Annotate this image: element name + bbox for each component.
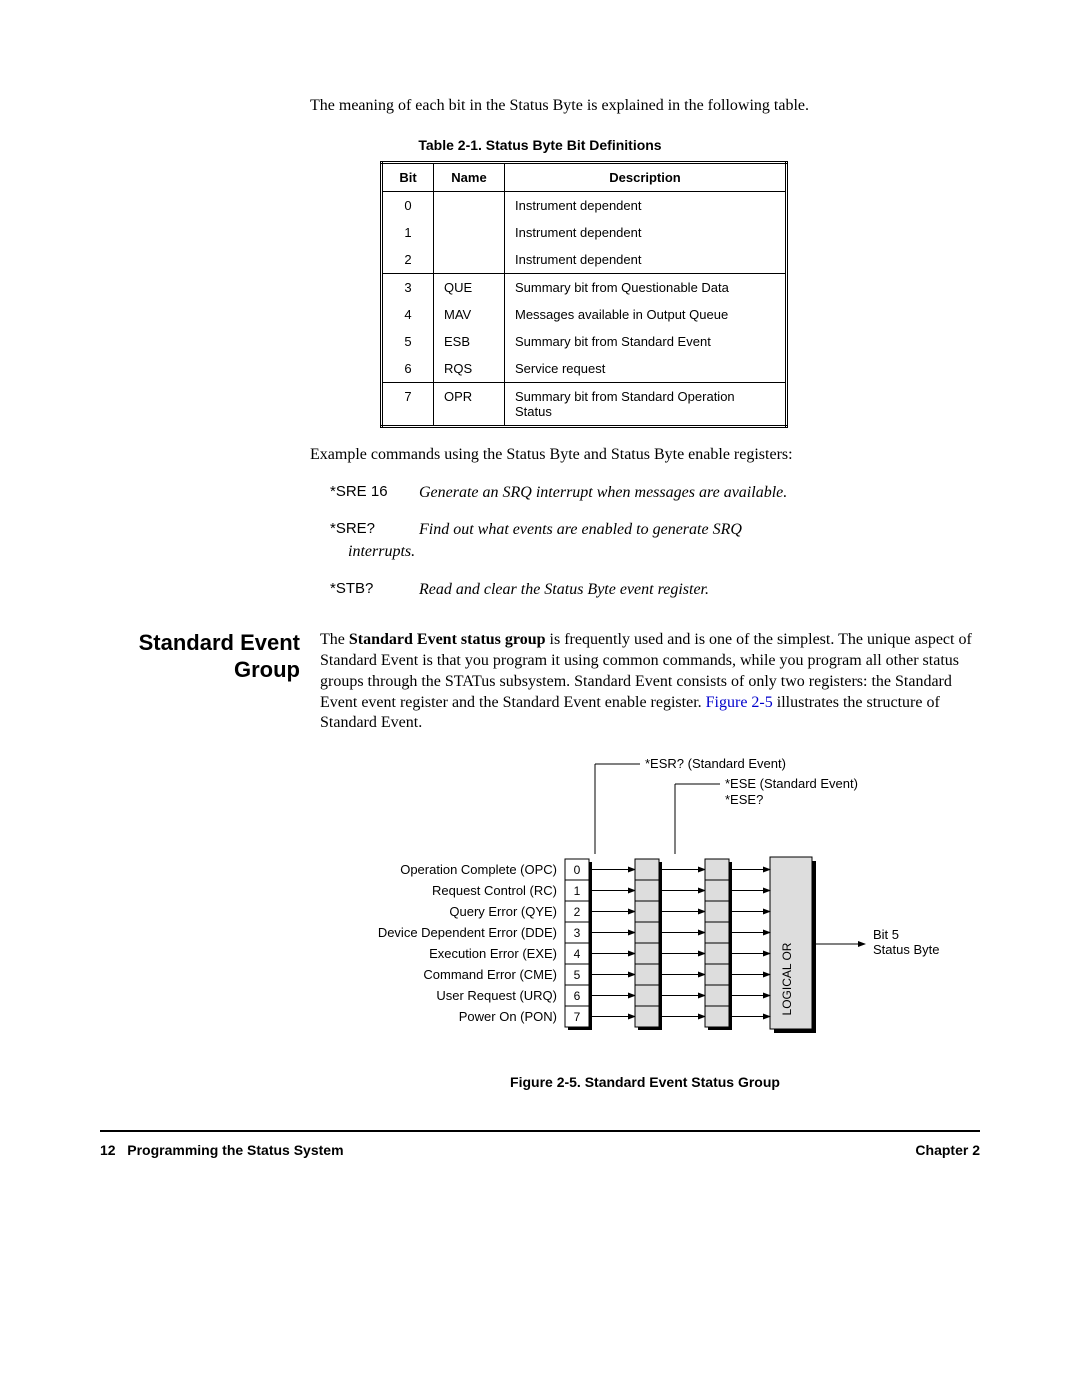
chapter-label: Chapter 2 [915,1142,980,1158]
bit-row-label: Power On (PON) [459,1009,557,1024]
footer-title: Programming the Status System [127,1142,343,1158]
cmd-desc: Generate an SRQ interrupt when messages … [419,484,787,501]
table-row: 6 RQS Service request [382,355,787,383]
page-number: 12 [100,1142,116,1158]
cmd-name: *STB? [330,579,415,599]
figure-standard-event: *ESR? (Standard Event) *ESE (Standard Ev… [310,744,980,1090]
bit-number: 3 [574,926,581,940]
table-row: 1 Instrument dependent [382,219,787,246]
table-row: 5 ESB Summary bit from Standard Event [382,328,787,355]
intro-paragraph: The meaning of each bit in the Status By… [310,96,980,117]
table-row: 0 Instrument dependent [382,191,787,219]
table-row: 2 Instrument dependent [382,246,787,274]
bit-number: 7 [574,1010,581,1024]
esr-label: *ESR? (Standard Event) [645,756,786,771]
bit-number: 4 [574,947,581,961]
output-bit-label: Bit 5 [873,927,899,942]
bit-row-label: User Request (URQ) [436,988,557,1003]
bit-row-label: Request Control (RC) [432,883,557,898]
page-footer: 12 Programming the Status System Chapter… [100,1130,980,1158]
bit-number: 1 [574,884,581,898]
table-row: 4 MAV Messages available in Output Queue [382,301,787,328]
logical-or-label: LOGICAL OR [780,942,794,1015]
cmd-name: *SRE? [330,519,415,539]
table-row: 7 OPR Summary bit from Standard Operatio… [382,382,787,426]
table-caption: Table 2-1. Status Byte Bit Definitions [100,137,980,153]
command-example: *SRE 16 Generate an SRQ interrupt when m… [330,482,980,504]
table-row: 3 QUE Summary bit from Questionable Data [382,273,787,301]
cmd-desc: Find out what events are enabled to gene… [419,521,742,538]
table-header-row: Bit Name Description [382,162,787,191]
section-body: The Standard Event status group is frequ… [320,630,980,734]
bit-number: 6 [574,989,581,1003]
bit-number: 0 [574,863,581,877]
col-desc: Description [505,162,787,191]
bit-row-label: Execution Error (EXE) [429,946,557,961]
bit-row-label: Query Error (QYE) [449,904,557,919]
command-example: *SRE? Find out what events are enabled t… [330,519,980,562]
bit-number: 5 [574,968,581,982]
bit-row-label: Operation Complete (OPC) [400,862,557,877]
bit-row-label: Command Error (CME) [423,967,557,982]
cmd-desc-cont: interrupts. [348,541,980,563]
section-heading: Standard Event Group [100,630,320,734]
eseq-label: *ESE? [725,792,763,807]
command-example: *STB? Read and clear the Status Byte eve… [330,579,980,601]
figure-link[interactable]: Figure 2-5 [706,694,773,711]
col-bit: Bit [382,162,434,191]
bit-number: 2 [574,905,581,919]
output-statusbyte-label: Status Byte [873,942,939,957]
cmd-name: *SRE 16 [330,482,415,502]
status-byte-table: Bit Name Description 0 Instrument depend… [380,161,980,428]
ese-label: *ESE (Standard Event) [725,776,858,791]
bit-row-label: Device Dependent Error (DDE) [378,925,557,940]
cmd-desc: Read and clear the Status Byte event reg… [419,581,709,598]
col-name: Name [434,162,505,191]
example-intro: Example commands using the Status Byte a… [310,446,980,464]
figure-caption: Figure 2-5. Standard Event Status Group [310,1074,980,1090]
